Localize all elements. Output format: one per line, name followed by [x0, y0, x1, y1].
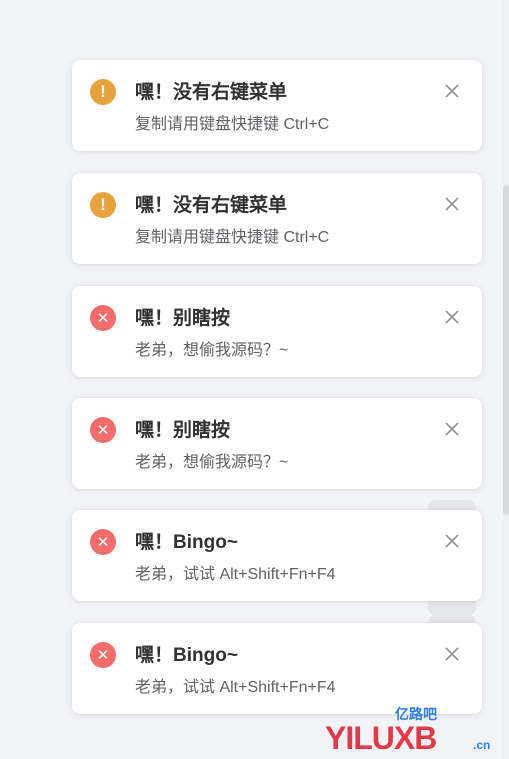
notification-title: 嘿！没有右键菜单 — [135, 195, 288, 216]
notification-card: ✕ 嘿！Bingo~ 老弟，试试 Alt+Shift+Fn+F4 — [72, 623, 482, 714]
notification-message: 老弟，试试 Alt+Shift+Fn+F4 — [135, 679, 336, 696]
scrollbar-thumb[interactable] — [503, 185, 509, 515]
notification-message: 老弟，想偷我源码？~ — [135, 342, 289, 359]
close-icon[interactable] — [444, 421, 460, 437]
close-icon[interactable] — [444, 309, 460, 325]
close-icon[interactable] — [444, 533, 460, 549]
notification-title: 嘿！Bingo~ — [135, 645, 238, 666]
notification-message: 复制请用键盘快捷键 Ctrl+C — [135, 116, 330, 133]
warning-icon: ! — [90, 79, 116, 105]
error-icon: ✕ — [90, 529, 116, 555]
notification-card: ✕ 嘿！Bingo~ 老弟，试试 Alt+Shift+Fn+F4 — [72, 510, 482, 601]
notification-title: 嘿！没有右键菜单 — [135, 82, 288, 103]
warning-icon: ! — [90, 192, 116, 218]
notification-title: 嘿！别瞎按 — [135, 308, 231, 329]
notification-card: ! 嘿！没有右键菜单 复制请用键盘快捷键 Ctrl+C — [72, 60, 482, 151]
notification-card: ✕ 嘿！别瞎按 老弟，想偷我源码？~ — [72, 286, 482, 377]
notification-message: 老弟，想偷我源码？~ — [135, 454, 289, 471]
close-icon[interactable] — [444, 196, 460, 212]
error-icon: ✕ — [90, 417, 116, 443]
error-icon: ✕ — [90, 642, 116, 668]
watermark-suffix: .cn — [473, 738, 490, 752]
notification-message: 复制请用键盘快捷键 Ctrl+C — [135, 229, 330, 246]
notification-card: ! 嘿！没有右键菜单 复制请用键盘快捷键 Ctrl+C — [72, 173, 482, 264]
watermark-big-text: YILUXB — [325, 720, 436, 755]
site-watermark-logo: 亿路吧 YILUXB .cn — [325, 706, 490, 755]
notification-title: 嘿！Bingo~ — [135, 532, 238, 553]
notification-card: ✕ 嘿！别瞎按 老弟，想偷我源码？~ — [72, 398, 482, 489]
notification-message: 老弟，试试 Alt+Shift+Fn+F4 — [135, 566, 336, 583]
notification-title: 嘿！别瞎按 — [135, 420, 231, 441]
close-icon[interactable] — [444, 646, 460, 662]
error-icon: ✕ — [90, 305, 116, 331]
close-icon[interactable] — [444, 83, 460, 99]
